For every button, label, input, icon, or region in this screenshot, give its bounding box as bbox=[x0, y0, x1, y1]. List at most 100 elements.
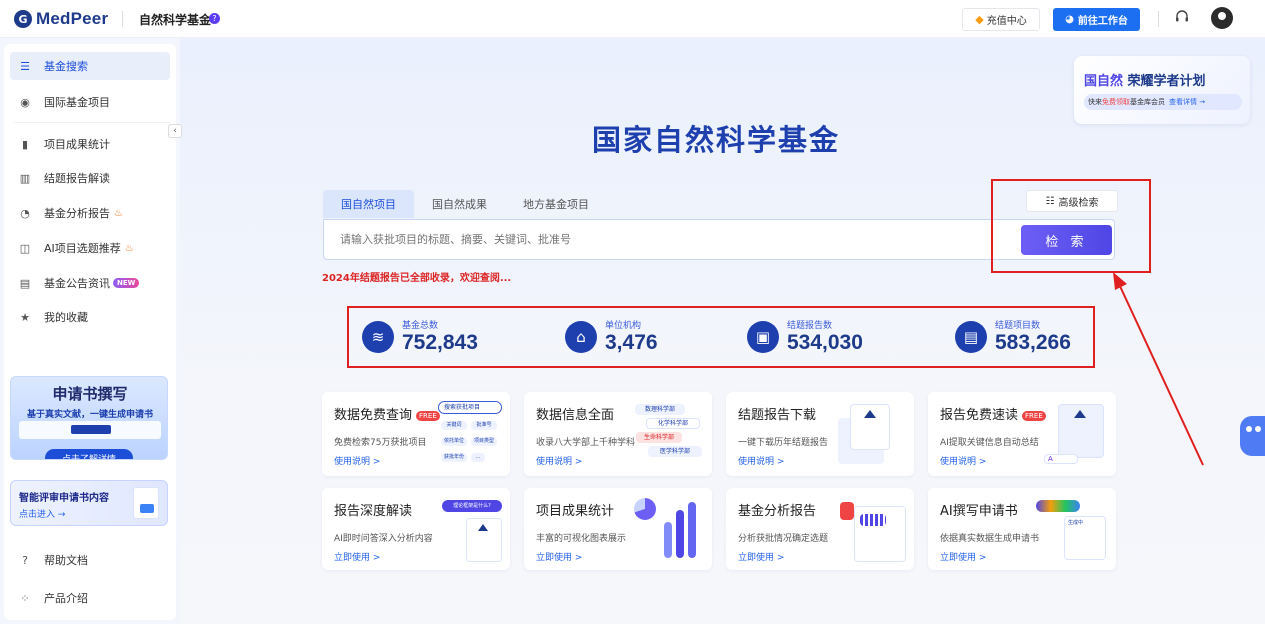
sidebar-item-project-stats[interactable]: ▮ 项目成果统计 bbox=[10, 130, 170, 158]
bar-chart-icon: ▮ bbox=[21, 137, 29, 151]
card-fund-analysis[interactable]: 基金分析报告 分析获批情况确定选题 立即使用 > bbox=[726, 488, 914, 570]
tag-chip: 获批年份 bbox=[441, 453, 467, 462]
ai-icon: A bbox=[1044, 454, 1078, 464]
help-badge-icon[interactable]: ? bbox=[209, 13, 220, 24]
sidebar-item-ai-topic[interactable]: ◫ AI项目选题推荐 ♨ bbox=[10, 234, 170, 262]
generating-label: 生成中 bbox=[1068, 520, 1084, 526]
dept-chip: 医学科学部 bbox=[648, 446, 702, 457]
honor-scholar-banner[interactable]: 国自然 荣耀学者计划 快来 免费领取 基金库会员 查看详情 → bbox=[1074, 56, 1250, 124]
promo-application-writing[interactable]: 申请书撰写 基于真实文献，一键生成申请书 点击了解详情 bbox=[10, 376, 168, 460]
dept-chip: 化学科学部 bbox=[646, 418, 700, 429]
card-link[interactable]: 使用说明 > bbox=[738, 454, 784, 467]
search-input[interactable] bbox=[340, 233, 940, 246]
view-details-link[interactable]: 查看详情 → bbox=[1169, 97, 1205, 107]
card-link[interactable]: 使用说明 > bbox=[536, 454, 582, 467]
sidebar-item-label: 产品介绍 bbox=[44, 592, 88, 605]
chat-bubble: 理论框架是什么? bbox=[442, 500, 502, 512]
sidebar: ☰ 基金搜索 ◉ 国际基金项目 ▮ 项目成果统计 ▥ 结题报告解读 ◔ 基金分析… bbox=[4, 44, 176, 620]
user-avatars-icon bbox=[1036, 500, 1080, 512]
document-icon bbox=[133, 487, 159, 519]
free-badge: FREE bbox=[1022, 410, 1046, 421]
promo-smart-review[interactable]: 智能评审申请书内容 点击进入 → bbox=[10, 480, 168, 526]
card-link[interactable]: 立即使用 > bbox=[738, 550, 784, 563]
promo-subtitle: 基于真实文献，一键生成申请书 bbox=[26, 410, 153, 420]
bar-chart-icon bbox=[688, 502, 696, 558]
sidebar-item-report-reading[interactable]: ▥ 结题报告解读 bbox=[10, 164, 170, 192]
top-divider bbox=[122, 11, 123, 27]
headset-icon[interactable] bbox=[1174, 9, 1190, 29]
pie-chart-icon bbox=[634, 498, 656, 520]
page-title: 国家自然科学基金 bbox=[592, 123, 841, 157]
card-free-data-query[interactable]: 数据免费查询 FREE 免费检索75万获批项目 使用说明 > 搜索获批项目 关键词… bbox=[322, 392, 510, 476]
go-to-workspace-button[interactable]: ◕ 前往工作台 bbox=[1053, 8, 1140, 31]
card-title: 项目成果统计 bbox=[536, 504, 615, 519]
promo-title: 申请书撰写 bbox=[52, 385, 128, 403]
card-title: 结题报告下载 bbox=[738, 408, 817, 423]
card-title: 数据信息全面 bbox=[536, 408, 615, 423]
banner-subline: 快来 免费领取 基金库会员 查看详情 → bbox=[1084, 94, 1242, 110]
bar-chart-icon bbox=[664, 522, 672, 558]
star-icon: ★ bbox=[20, 310, 30, 324]
chart-sparkle-icon: ▥ bbox=[19, 171, 31, 185]
card-comprehensive-data[interactable]: 数据信息全面 收录八大学部上千种学科 使用说明 > 数理科学部 化学科学部 生命… bbox=[524, 392, 712, 476]
globe-icon: ◉ bbox=[20, 95, 30, 109]
tab-nsfc-results[interactable]: 国自然成果 bbox=[414, 190, 505, 218]
promo-enter-link[interactable]: 点击进入 → bbox=[19, 507, 65, 520]
learn-more-button[interactable]: 点击了解详情 bbox=[45, 449, 133, 459]
card-description: AI即时问答深入分析内容 bbox=[334, 534, 433, 544]
medpeer-logo[interactable]: G MedPeer bbox=[14, 9, 108, 29]
tab-local-projects[interactable]: 地方基金项目 bbox=[505, 190, 607, 218]
sidebar-item-analysis-report[interactable]: ◔ 基金分析报告 ♨ bbox=[10, 199, 170, 227]
card-description: AI提取关键信息自动总结 bbox=[940, 438, 1039, 448]
recharge-center-button[interactable]: ◆ 充值中心 bbox=[962, 8, 1040, 31]
top-divider bbox=[1158, 11, 1159, 27]
sidebar-item-label: 基金搜索 bbox=[44, 60, 88, 73]
free-badge: FREE bbox=[416, 410, 440, 421]
sidebar-item-announcements[interactable]: ▤ 基金公告资讯 NEW bbox=[10, 269, 170, 297]
search-pill: 搜索获批项目 bbox=[438, 401, 502, 414]
sidebar-item-fund-search[interactable]: ☰ 基金搜索 bbox=[10, 52, 170, 80]
card-link[interactable]: 立即使用 > bbox=[940, 550, 986, 563]
sidebar-item-label: 基金分析报告 bbox=[44, 207, 110, 220]
sidebar-item-help-docs[interactable]: ? 帮助文档 bbox=[10, 546, 170, 574]
sidebar-item-international[interactable]: ◉ 国际基金项目 bbox=[10, 88, 170, 116]
site-name: 自然科学基金 bbox=[139, 13, 212, 27]
new-badge: NEW bbox=[113, 278, 140, 288]
card-link[interactable]: 立即使用 > bbox=[536, 550, 582, 563]
fire-icon: ♨ bbox=[124, 242, 134, 254]
card-ai-application-writing[interactable]: AI撰写申请书 依据真实数据生成申请书 立即使用 > 生成中 bbox=[928, 488, 1116, 570]
card-free-report-reading[interactable]: 报告免费速读 FREE AI提取关键信息自动总结 使用说明 > A bbox=[928, 392, 1116, 476]
promo-illustration bbox=[71, 425, 111, 434]
card-report-download[interactable]: 结题报告下载 一键下载历年结题报告 使用说明 > bbox=[726, 392, 914, 476]
user-avatar-icon[interactable] bbox=[1211, 7, 1233, 29]
tag-chip: 关键词 bbox=[441, 421, 467, 430]
tab-nsfc-projects[interactable]: 国自然项目 bbox=[323, 190, 414, 218]
card-link[interactable]: 使用说明 > bbox=[940, 454, 986, 467]
highlight-box-search bbox=[991, 179, 1151, 273]
ai-topic-icon: ◫ bbox=[19, 241, 31, 255]
sidebar-item-product-intro[interactable]: ⁘ 产品介绍 bbox=[10, 584, 170, 612]
assistant-mascot-icon[interactable] bbox=[1240, 416, 1265, 456]
product-intro-icon: ⁘ bbox=[20, 591, 30, 605]
report-notice[interactable]: 2024年结题报告已全部收录，欢迎查阅... bbox=[322, 269, 511, 284]
card-description: 依据真实数据生成申请书 bbox=[940, 534, 1040, 544]
logo-text: MedPeer bbox=[36, 9, 109, 28]
sidebar-item-favorites[interactable]: ★ 我的收藏 bbox=[10, 303, 170, 331]
sidebar-item-label: 我的收藏 bbox=[44, 311, 88, 324]
highlight-box-stats bbox=[347, 306, 1095, 368]
promo-title: 智能评审申请书内容 bbox=[19, 493, 109, 504]
card-description: 一键下载历年结题报告 bbox=[738, 438, 829, 448]
pdf-icon bbox=[840, 502, 854, 520]
sidebar-item-label: 帮助文档 bbox=[44, 554, 88, 567]
search-tabs: 国自然项目 国自然成果 地方基金项目 bbox=[323, 190, 607, 218]
card-link[interactable]: 立即使用 > bbox=[334, 550, 380, 563]
sidebar-collapse-button[interactable]: ‹ bbox=[168, 124, 182, 138]
sidebar-item-label: AI项目选题推荐 bbox=[44, 242, 121, 255]
logo-icon: ◕ bbox=[1065, 14, 1074, 25]
sidebar-item-label: 结题报告解读 bbox=[44, 172, 110, 185]
card-deep-report-reading[interactable]: 报告深度解读 AI即时问答深入分析内容 立即使用 > 理论框架是什么? bbox=[322, 488, 510, 570]
sidebar-item-label: 基金公告资讯 bbox=[44, 277, 110, 290]
card-project-stats[interactable]: 项目成果统计 丰富的可视化图表展示 立即使用 > bbox=[524, 488, 712, 570]
card-link[interactable]: 使用说明 > bbox=[334, 454, 380, 467]
tag-chip: 项目类型 bbox=[471, 437, 497, 446]
